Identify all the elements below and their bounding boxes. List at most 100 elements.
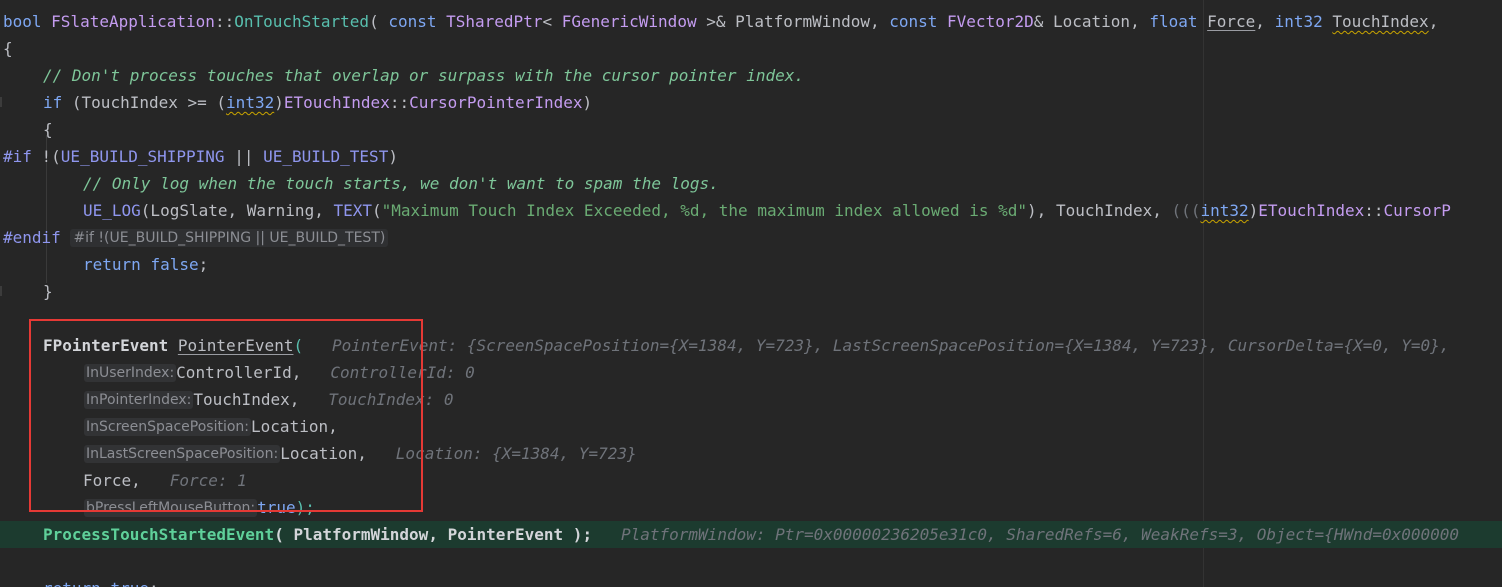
argument: Location [280,444,358,463]
code-line-15[interactable]: InPointerIndex: TouchIndex, TouchIndex: 0 [0,386,1502,413]
string-literal: "Maximum Touch Index Exceeded, %d, the m… [381,201,1028,220]
keyword: true [110,579,149,587]
code-line-2[interactable]: { [0,35,1502,62]
code-line-7[interactable]: // Only log when the touch starts, we do… [0,170,1502,197]
variable-name: PointerEvent [177,336,294,355]
function-name: OnTouchStarted [234,12,370,31]
punctuation: !( [41,147,61,166]
keyword: return [43,579,110,587]
type-name: int32 [226,93,275,112]
operator: || [224,147,264,166]
keyword: bool [3,12,52,31]
parameter-hint: bPressLeftMouseButton: [84,499,258,517]
debug-value: Location: {X=1384, Y=723} [395,444,637,463]
debug-value: Force: 1 [169,471,247,490]
punctuation: ) [582,93,593,112]
punctuation: , [314,201,334,220]
argument: TouchIndex [193,390,290,409]
macro-name: UE_LOG [83,201,141,220]
parameter-name: TouchIndex [1332,12,1429,31]
punctuation: ) [274,93,284,112]
parameter-hint: InLastScreenSpacePosition: [84,445,281,463]
punctuation: , [869,12,890,31]
argument: Warning [246,201,315,220]
type-name: FGenericWindow [561,12,697,31]
close-brace: } [43,282,53,301]
punctuation: , [291,363,302,382]
punctuation: ); [295,498,315,517]
argument: PlatformWindow [293,525,429,544]
code-line-16[interactable]: InScreenSpacePosition: Location, [0,413,1502,440]
code-line-5[interactable]: { [0,116,1502,143]
keyword: const [889,12,948,31]
punctuation: , [289,390,300,409]
punctuation: , [131,471,141,490]
code-line-4[interactable]: if (TouchIndex >= (int32)ETouchIndex::Cu… [0,89,1502,116]
punctuation: , [1130,12,1150,31]
scope-operator: :: [214,12,235,31]
type-name: int32 [1200,201,1249,220]
enum-name: ETouchIndex [1258,201,1365,220]
code-line-6[interactable]: #if !(UE_BUILD_SHIPPING || UE_BUILD_TEST… [0,143,1502,170]
punctuation: ((( [1171,201,1201,220]
parameter-hint: InUserIndex: [84,364,177,382]
punctuation: ( [293,336,304,355]
punctuation: >& [696,12,736,31]
keyword: float [1149,12,1208,31]
enum-value: CursorP [1383,201,1451,220]
argument: Location [251,417,329,436]
expression: (TouchIndex >= [71,93,217,112]
code-line-11[interactable]: } [0,278,1502,305]
code-line-13[interactable]: FPointerEvent PointerEvent( PointerEvent… [0,332,1502,359]
code-editor[interactable]: bool FSlateApplication::OnTouchStarted( … [0,0,1502,587]
type-name: TSharedPtr [446,12,543,31]
punctuation: , [1255,12,1275,31]
comment: // Don't process touches that overlap or… [43,66,804,85]
debug-value: TouchIndex: 0 [328,390,454,409]
macro-name: UE_BUILD_TEST [263,147,389,166]
code-line-3[interactable]: // Don't process touches that overlap or… [0,62,1502,89]
preprocessor-directive: #if [3,147,42,166]
code-line-14[interactable]: InUserIndex: ControllerId, ControllerId: … [0,359,1502,386]
keyword: true [257,498,296,517]
argument: Force [83,471,132,490]
punctuation: , [1428,12,1439,31]
parameter-hint: InScreenSpacePosition: [84,418,252,436]
enum-name: ETouchIndex [283,93,390,112]
code-line-17[interactable]: InLastScreenSpacePosition: Location, Loca… [0,440,1502,467]
punctuation: ); [563,525,593,544]
punctuation: ( [274,525,294,544]
punctuation: , [328,417,338,436]
punctuation: ( [372,201,382,220]
comment: // Only log when the touch starts, we do… [83,174,719,193]
punctuation: , [428,525,448,544]
keyword: false [150,255,199,274]
argument: ), TouchIndex, [1027,201,1172,220]
scope-operator: :: [1364,201,1384,220]
preprocessor-directive: #endif [3,228,61,247]
code-line-18[interactable]: Force, Force: 1 [0,467,1502,494]
punctuation: ) [1248,201,1259,220]
keyword: if [43,93,72,112]
punctuation: ; [149,579,159,587]
type-name: FPointerEvent [43,336,178,355]
code-line-19[interactable]: bPressLeftMouseButton: true); [0,494,1502,521]
debug-value: PlatformWindow: Ptr=0x00000236205e31c0, … [620,525,1460,544]
code-line-10[interactable]: return false; [0,251,1502,278]
code-line-1[interactable]: bool FSlateApplication::OnTouchStarted( … [0,8,1502,35]
open-brace: { [3,39,13,58]
punctuation: ; [198,255,209,274]
type-name: FVector2D [947,12,1034,31]
code-line-20-current[interactable]: ProcessTouchStartedEvent( PlatformWindow… [0,521,1502,548]
macro-name: TEXT [333,201,372,220]
code-line-22[interactable]: return true; [0,575,1502,587]
enum-value: CursorPointerIndex [409,93,583,112]
keyword: const [388,12,447,31]
debug-value: PointerEvent: {ScreenSpacePosition={X=13… [332,336,1450,355]
punctuation: < [542,12,562,31]
code-line-9[interactable]: #endif #if !(UE_BUILD_SHIPPING || UE_BUI… [0,224,1502,251]
endif-inlay-hint: #if !(UE_BUILD_SHIPPING || UE_BUILD_TEST… [70,229,389,247]
keyword: int32 [1274,12,1333,31]
code-line-8[interactable]: UE_LOG(LogSlate, Warning, TEXT("Maximum … [0,197,1502,224]
open-brace: { [43,120,53,139]
